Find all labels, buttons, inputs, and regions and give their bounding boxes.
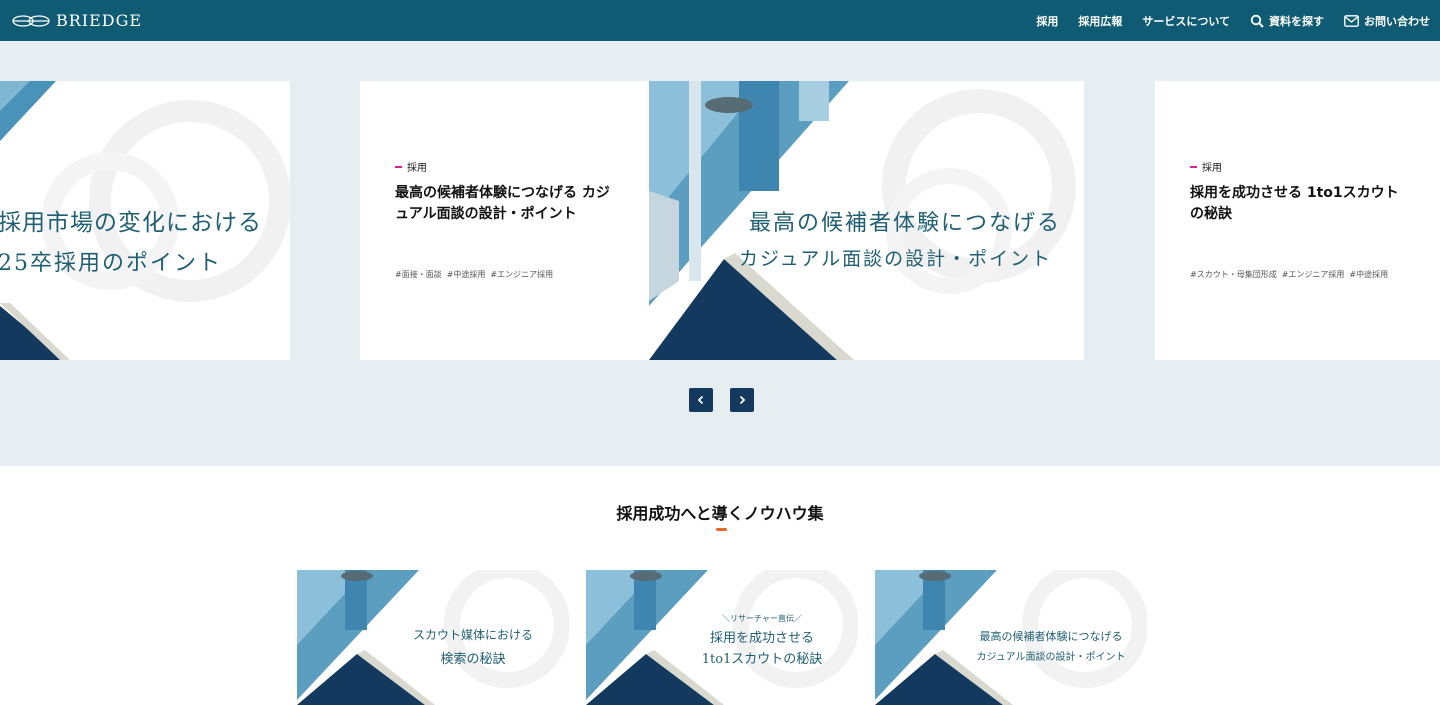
logo-mark-icon <box>12 14 50 27</box>
nav-label: お問い合わせ <box>1364 14 1430 28</box>
thumb-caption-line2: 検索の秘訣 <box>440 652 506 667</box>
carousel-prev-button[interactable] <box>689 388 713 412</box>
card-title[interactable]: 最高の候補者体験につなげる カジュアル面談の設計・ポイント <box>395 183 615 225</box>
card-text-block: 採用 最高の候補者体験につなげる カジュアル面談の設計・ポイント <box>395 159 615 225</box>
nav-label: 採用広報 <box>1078 14 1123 28</box>
tag[interactable]: #エンジニア採用 <box>1282 269 1345 280</box>
thumb-caption-line1: 採用を成功させる <box>709 631 814 646</box>
nav-label: 採用 <box>1036 14 1059 28</box>
logo-text: BRIEDGE <box>56 11 143 30</box>
mail-icon <box>1344 14 1359 27</box>
nav-label: 資料を探す <box>1269 14 1324 28</box>
tag[interactable]: #面接・面談 <box>395 269 442 280</box>
category-label: 採用 <box>395 159 615 174</box>
carousel-card-prev[interactable]: 採用市場の変化における 25卒採用のポイント <box>0 81 290 360</box>
banner-caption-line1: 採用市場の変化における <box>0 210 262 236</box>
chevron-right-icon <box>739 395 746 405</box>
banner-caption-line2: 25卒採用のポイント <box>0 251 222 276</box>
tag[interactable]: #スカウト・母集団形成 <box>1190 269 1277 280</box>
knowhow-card[interactable]: 最高の候補者体験につなげる カジュアル面談の設計・ポイント <box>875 570 1147 705</box>
nav-item-service[interactable]: サービスについて <box>1142 13 1230 29</box>
category-dash <box>1190 165 1197 168</box>
card-banner-image: 最高の候補者体験につなげる カジュアル面談の設計・ポイント <box>649 81 1084 360</box>
category-label: 採用 <box>1190 159 1410 174</box>
thumb-caption-line2: 1to1スカウトの秘訣 <box>701 652 823 667</box>
tag[interactable]: #中途採用 <box>1349 269 1388 280</box>
thumb-eyebrow: ＼リサーチャー直伝／ <box>722 614 802 623</box>
banner-caption-line1: 最高の候補者体験につなげる <box>749 211 1062 236</box>
main-nav: 採用 採用広報 サービスについて 資料を探す お問い合わせ <box>1036 13 1430 29</box>
category-text: 採用 <box>1202 163 1222 174</box>
card-text-block: 採用 採用を成功させる 1to1スカウトの秘訣 <box>1190 159 1410 225</box>
chevron-left-icon <box>697 395 704 405</box>
thumb-caption-line1: 最高の候補者体験につなげる <box>979 630 1123 643</box>
carousel-card-next[interactable]: 採用 採用を成功させる 1to1スカウトの秘訣 #スカウト・母集団形成 #エンジ… <box>1155 81 1440 360</box>
carousel-card-active[interactable]: 採用 最高の候補者体験につなげる カジュアル面談の設計・ポイント #面接・面談 … <box>360 81 1084 360</box>
card-banner-image: 採用市場の変化における 25卒採用のポイント <box>0 81 290 360</box>
logo[interactable]: BRIEDGE <box>12 11 142 30</box>
thumb-caption-line1: スカウト媒体における <box>412 628 533 642</box>
category-dash <box>395 165 402 168</box>
nav-item-contact[interactable]: お問い合わせ <box>1344 13 1430 29</box>
site-header: BRIEDGE 採用 採用広報 サービスについて 資料を探す お問い合わせ <box>0 0 1440 41</box>
card-tags: #スカウト・母集団形成 #エンジニア採用 #中途採用 <box>1190 269 1388 280</box>
knowhow-card[interactable]: ＼リサーチャー直伝／ 採用を成功させる 1to1スカウトの秘訣 <box>586 570 858 705</box>
category-text: 採用 <box>407 163 427 174</box>
article-carousel: 採用市場の変化における 25卒採用のポイント 採用 最高の候補者体験につなげる … <box>0 41 1440 466</box>
nav-item-documents[interactable]: 資料を探す <box>1250 13 1324 29</box>
card-tags: #面接・面談 #中途採用 #エンジニア採用 <box>395 269 553 280</box>
banner-caption-line2: カジュアル面談の設計・ポイント <box>739 248 1053 270</box>
knowhow-card[interactable]: スカウト媒体における 検索の秘訣 <box>297 570 569 705</box>
nav-label: サービスについて <box>1142 14 1230 28</box>
tag[interactable]: #中途採用 <box>447 269 486 280</box>
card-title[interactable]: 採用を成功させる 1to1スカウトの秘訣 <box>1190 183 1410 225</box>
tag[interactable]: #エンジニア採用 <box>490 269 553 280</box>
nav-item-recruit[interactable]: 採用 <box>1036 13 1058 29</box>
nav-item-recruit-pr[interactable]: 採用広報 <box>1078 13 1122 29</box>
search-icon <box>1250 14 1264 28</box>
section-title-underline <box>716 528 727 531</box>
section-title: 採用成功へと導くノウハウ集 <box>616 504 824 523</box>
thumb-caption-line2: カジュアル面談の設計・ポイント <box>976 652 1126 663</box>
carousel-next-button[interactable] <box>730 388 754 412</box>
